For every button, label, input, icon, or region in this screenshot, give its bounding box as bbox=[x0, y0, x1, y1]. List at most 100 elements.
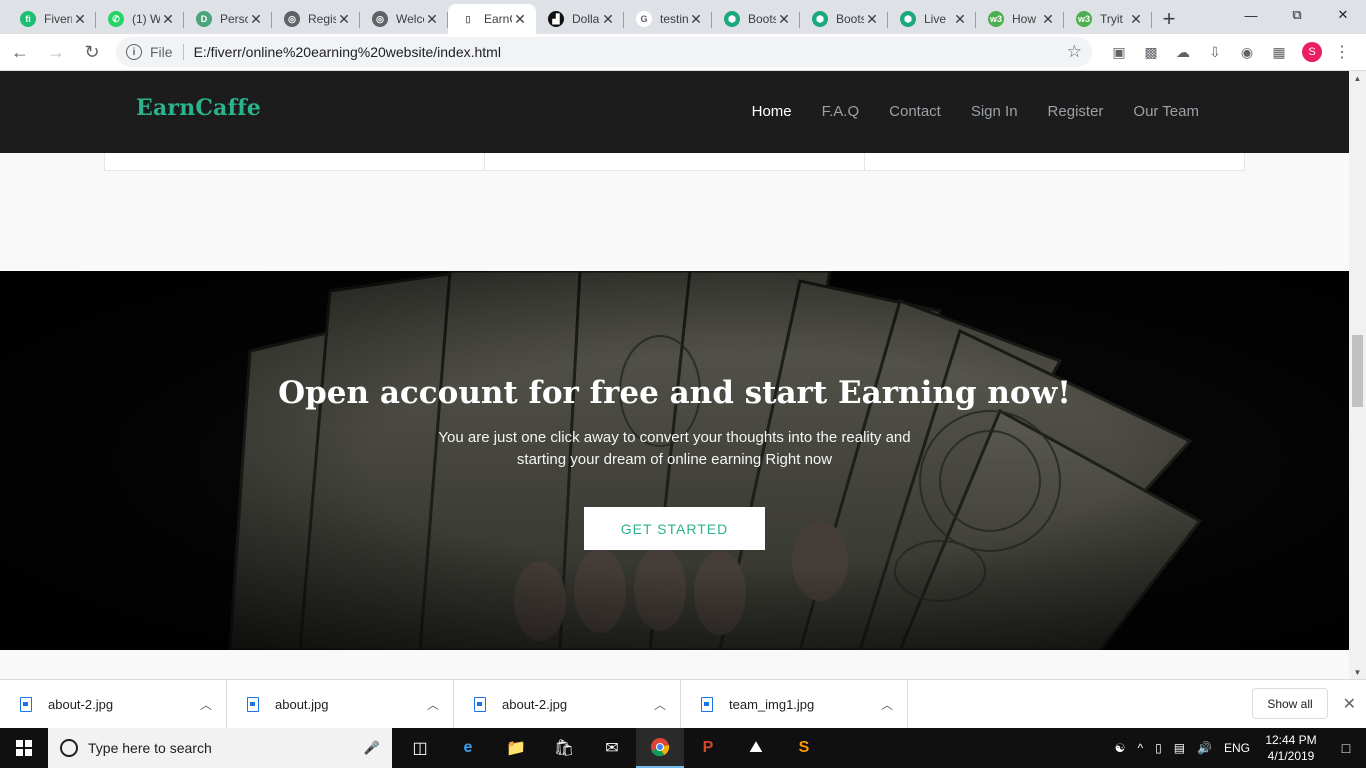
battery-icon[interactable]: ▯ bbox=[1155, 741, 1162, 755]
task-view-icon[interactable]: ◫ bbox=[396, 728, 444, 768]
edge-icon[interactable]: e bbox=[444, 728, 492, 768]
mail-icon[interactable]: ✉ bbox=[588, 728, 636, 768]
volume-icon[interactable]: 🔊 bbox=[1197, 741, 1212, 755]
network-icon[interactable]: ▤ bbox=[1174, 741, 1185, 755]
action-center-icon[interactable]: □ bbox=[1326, 740, 1366, 756]
photos-icon[interactable]: ⛰ bbox=[732, 728, 780, 768]
download-item[interactable]: about-2.jpg ︿ bbox=[0, 679, 227, 729]
forward-icon[interactable]: → bbox=[40, 36, 72, 68]
hero-heading: Open account for free and start Earning … bbox=[278, 375, 1071, 411]
taskbar-clock[interactable]: 12:44 PM 4/1/2019 bbox=[1256, 732, 1326, 764]
browser-tab[interactable]: ✆ (1) WhatsApp✕ bbox=[96, 4, 184, 34]
window-controls: — ⧉ ✕ bbox=[1228, 0, 1366, 30]
bookmark-star-icon[interactable]: ☆ bbox=[1067, 42, 1082, 62]
nav-link-register[interactable]: Register bbox=[1048, 103, 1104, 120]
input-language[interactable]: ENG bbox=[1224, 741, 1250, 755]
browser-tab[interactable]: ◎ Welcome✕ bbox=[360, 4, 448, 34]
tab-close-icon[interactable]: ✕ bbox=[688, 11, 704, 28]
tab-close-icon[interactable]: ✕ bbox=[512, 11, 528, 28]
download-item[interactable]: about-2.jpg ︿ bbox=[454, 679, 681, 729]
address-url[interactable]: E:/fiverr/online%20earning%20website/ind… bbox=[194, 44, 1067, 60]
tab-close-icon[interactable]: ✕ bbox=[72, 11, 88, 28]
hero-subtext-line1: You are just one click away to convert y… bbox=[438, 429, 911, 446]
browser-tab[interactable]: D Personal✕ bbox=[184, 4, 272, 34]
new-tab-button[interactable]: + bbox=[1152, 4, 1186, 34]
sublime-text-icon[interactable]: S bbox=[780, 728, 828, 768]
extension-icons: ▣ ▩ ☁ ⇩ ◉ ▦ bbox=[1106, 39, 1292, 65]
reader-extension-icon[interactable]: ▣ bbox=[1106, 39, 1132, 65]
tray-chevron-icon[interactable]: ^ bbox=[1137, 741, 1143, 755]
nav-link-our-team[interactable]: Our Team bbox=[1133, 103, 1199, 120]
site-logo[interactable]: EarnCaffe bbox=[136, 95, 261, 121]
store-icon[interactable]: 🛍 bbox=[540, 728, 588, 768]
browser-tab[interactable]: ⬢ Bootstrap✕ bbox=[800, 4, 888, 34]
microphone-icon[interactable]: 🎤 bbox=[364, 740, 380, 756]
profile-avatar[interactable]: S bbox=[1302, 42, 1322, 62]
chevron-up-icon[interactable]: ︿ bbox=[200, 696, 212, 713]
get-started-button[interactable]: GET STARTED bbox=[584, 507, 765, 550]
tab-favicon-icon: ✆ bbox=[108, 11, 124, 27]
file-explorer-icon[interactable]: 📁 bbox=[492, 728, 540, 768]
tab-title: (1) WhatsApp bbox=[132, 12, 160, 26]
nav-link-contact[interactable]: Contact bbox=[889, 103, 941, 120]
nav-link-sign-in[interactable]: Sign In bbox=[971, 103, 1018, 120]
downloads-bar: about-2.jpg ︿ about.jpg ︿ about-2.jpg ︿ team_i… bbox=[0, 679, 1366, 729]
download-filename: about-2.jpg bbox=[502, 696, 568, 712]
clock-date: 4/1/2019 bbox=[1267, 749, 1315, 763]
tab-close-icon[interactable]: ✕ bbox=[424, 11, 440, 28]
browser-menu-icon[interactable]: ⋮ bbox=[1334, 42, 1350, 62]
powerpoint-icon[interactable]: P bbox=[684, 728, 732, 768]
start-button[interactable] bbox=[0, 728, 48, 768]
vpn-extension-icon[interactable]: ◉ bbox=[1234, 39, 1260, 65]
address-bar[interactable]: i File E:/fiverr/online%20earning%20webs… bbox=[116, 37, 1092, 67]
browser-tab[interactable]: ◎ Register✕ bbox=[272, 4, 360, 34]
tab-close-icon[interactable]: ✕ bbox=[776, 11, 792, 28]
tab-close-icon[interactable]: ✕ bbox=[1040, 11, 1056, 28]
tab-close-icon[interactable]: ✕ bbox=[952, 11, 968, 28]
tab-close-icon[interactable]: ✕ bbox=[160, 11, 176, 28]
nav-link-home[interactable]: Home bbox=[752, 103, 792, 120]
chevron-up-icon[interactable]: ︿ bbox=[654, 696, 666, 713]
download-item[interactable]: about.jpg ︿ bbox=[227, 679, 454, 729]
site-nav-links: Home F.A.Q Contact Sign In Register Our Team bbox=[752, 103, 1199, 120]
people-icon[interactable]: ☯ bbox=[1115, 741, 1126, 755]
nav-link-f-a-q[interactable]: F.A.Q bbox=[822, 103, 860, 120]
scroll-up-icon[interactable]: ▲ bbox=[1349, 71, 1366, 85]
browser-tab[interactable]: ⬢ Bootstrap✕ bbox=[712, 4, 800, 34]
download-extension-icon[interactable]: ⇩ bbox=[1202, 39, 1228, 65]
scrollbar-thumb[interactable] bbox=[1352, 335, 1363, 407]
scroll-down-icon[interactable]: ▼ bbox=[1349, 665, 1366, 679]
tab-title: How bbox=[1012, 12, 1037, 26]
tab-close-icon[interactable]: ✕ bbox=[864, 11, 880, 28]
tab-close-icon[interactable]: ✕ bbox=[1128, 11, 1144, 28]
site-info-icon[interactable]: i bbox=[126, 44, 142, 60]
close-window-icon[interactable]: ✕ bbox=[1320, 0, 1366, 30]
browser-tab[interactable]: w3 Tryit ✕ bbox=[1064, 4, 1152, 34]
browser-tab[interactable]: fi Fiverr ✕ bbox=[8, 4, 96, 34]
tab-close-icon[interactable]: ✕ bbox=[600, 11, 616, 28]
browser-tab[interactable]: ▯ EarnCaffe✕ bbox=[448, 4, 536, 34]
chrome-icon[interactable] bbox=[636, 728, 684, 768]
cortana-icon bbox=[60, 739, 78, 757]
reload-icon[interactable]: ↻ bbox=[76, 36, 108, 68]
back-icon[interactable]: ← bbox=[4, 36, 36, 68]
browser-tab[interactable]: ⬢ Live ✕ bbox=[888, 4, 976, 34]
chevron-up-icon[interactable]: ︿ bbox=[427, 696, 439, 713]
minimize-icon[interactable]: — bbox=[1228, 0, 1274, 30]
tab-close-icon[interactable]: ✕ bbox=[248, 11, 264, 28]
browser-tab[interactable]: w3 How ✕ bbox=[976, 4, 1064, 34]
restore-icon[interactable]: ⧉ bbox=[1274, 0, 1320, 30]
feature-cards-bottom bbox=[104, 153, 1245, 171]
page-scrollbar[interactable]: ▲ ▼ bbox=[1349, 71, 1366, 679]
chevron-up-icon[interactable]: ︿ bbox=[881, 696, 893, 713]
close-downloads-icon[interactable]: ✕ bbox=[1343, 694, 1356, 714]
tab-close-icon[interactable]: ✕ bbox=[336, 11, 352, 28]
screenshot-extension-icon[interactable]: ▩ bbox=[1138, 39, 1164, 65]
taskbar-search-box[interactable]: Type here to search 🎤 bbox=[48, 728, 392, 768]
cloud-extension-icon[interactable]: ☁ bbox=[1170, 39, 1196, 65]
show-all-downloads-button[interactable]: Show all bbox=[1252, 688, 1328, 719]
browser-tab[interactable]: Gtesting✕ bbox=[624, 4, 712, 34]
download-item[interactable]: team_img1.jpg ︿ bbox=[681, 679, 908, 729]
film-extension-icon[interactable]: ▦ bbox=[1266, 39, 1292, 65]
browser-tab[interactable]: ▟ Dollar✕ bbox=[536, 4, 624, 34]
